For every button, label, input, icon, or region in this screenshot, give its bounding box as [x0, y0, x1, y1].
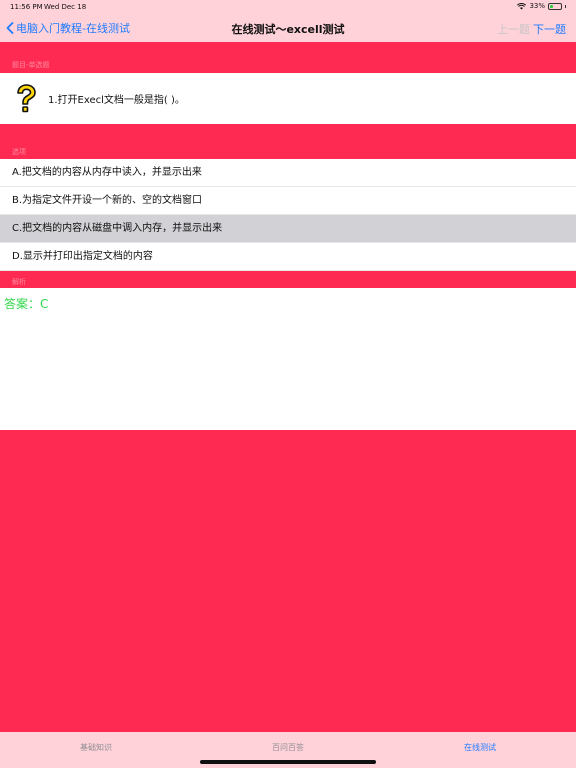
answer-section-header: 解析	[12, 278, 26, 286]
answer-text: 答案：C	[4, 297, 49, 311]
question-text: 1.打开Execl文档一般是指( )。	[48, 95, 185, 106]
battery-level	[550, 4, 553, 8]
navigation-bar: 电脑入门教程-在线测试 在线测试～excell测试 上一题 下一题	[0, 14, 576, 42]
question-section-header: 题目-单选题	[12, 61, 50, 69]
tab-online-test[interactable]: 在线测试	[384, 732, 576, 768]
options-section-header: 选项	[12, 148, 26, 156]
option-a[interactable]: A.把文档的内容从内存中读入，并显示出来	[0, 159, 576, 187]
option-c[interactable]: C.把文档的内容从磁盘中调入内存，并显示出来	[0, 215, 576, 243]
battery-cap	[565, 4, 566, 8]
page-title: 在线测试～excell测试	[231, 23, 345, 36]
status-indicators: 33%	[517, 2, 566, 10]
question-mark-icon	[17, 83, 36, 112]
question-card: 1.打开Execl文档一般是指( )。	[0, 73, 576, 124]
battery-icon	[548, 2, 562, 10]
wifi-icon	[517, 2, 527, 9]
options-list: A.把文档的内容从内存中读入，并显示出来 B.为指定文件开设一个新的、空的文档窗…	[0, 159, 576, 271]
status-date: Wed Dec 18	[44, 3, 87, 11]
home-indicator	[200, 760, 376, 764]
next-question-button[interactable]: 下一题	[533, 21, 566, 37]
app-screen: 11:56 PM Wed Dec 18 33% 电脑入门教程-在线测试 在线测试…	[0, 0, 576, 768]
tab-basic-knowledge[interactable]: 基础知识	[0, 732, 192, 768]
option-b[interactable]: B.为指定文件开设一个新的、空的文档窗口	[0, 187, 576, 215]
battery-percent: 33%	[529, 2, 545, 10]
status-bar: 11:56 PM Wed Dec 18 33%	[0, 0, 576, 14]
previous-question-button[interactable]: 上一题	[497, 21, 530, 37]
option-d[interactable]: D.显示并打印出指定文档的内容	[0, 243, 576, 271]
status-time: 11:56 PM	[10, 3, 43, 11]
answer-panel: 答案：C	[0, 288, 576, 430]
